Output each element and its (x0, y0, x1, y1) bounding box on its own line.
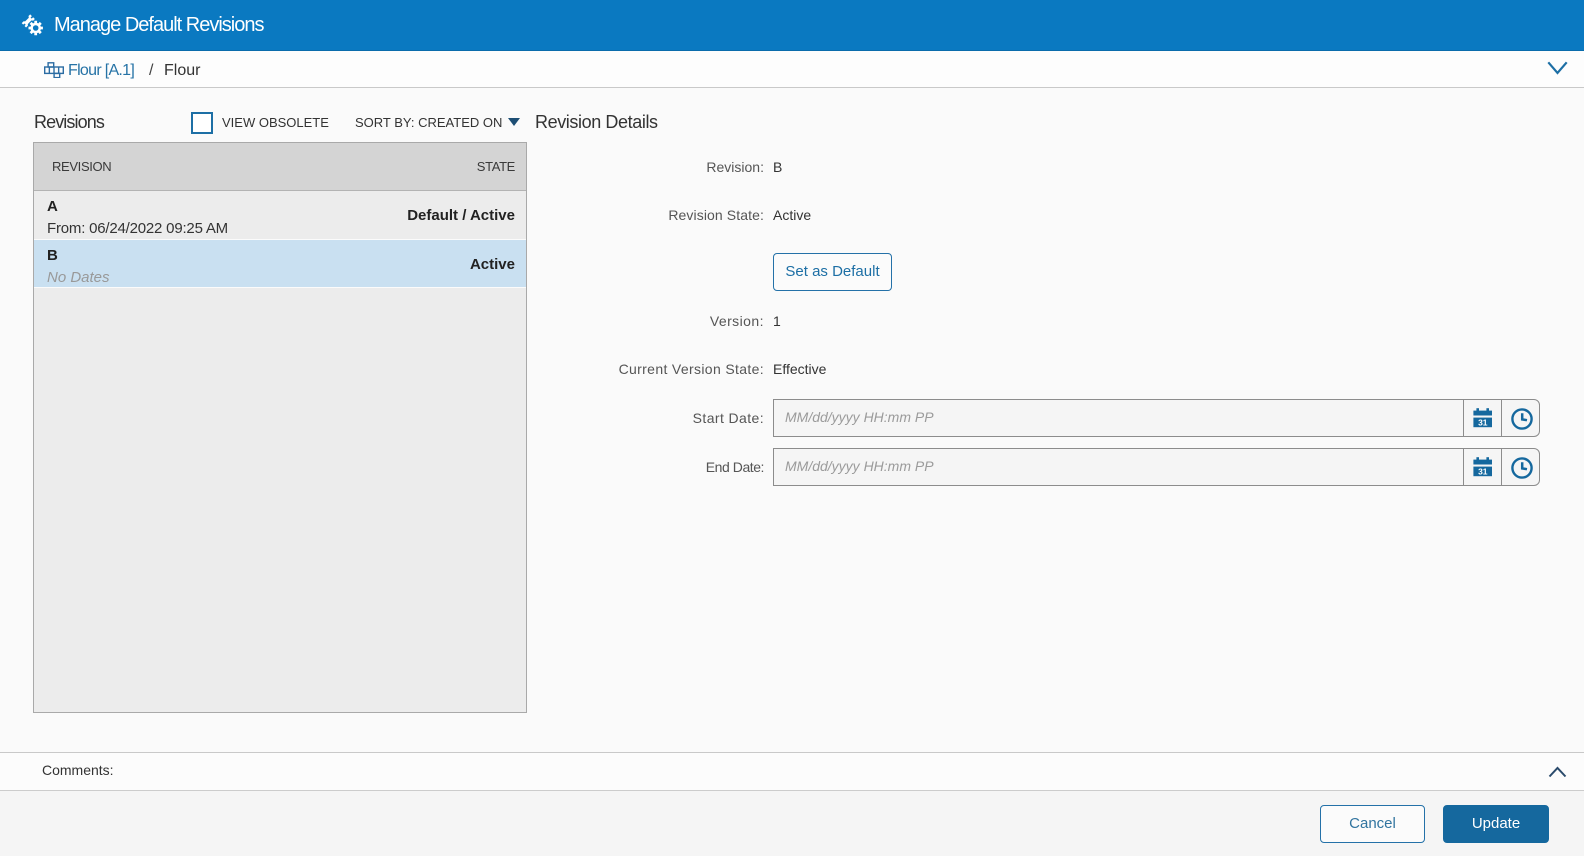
svg-text:31: 31 (1478, 467, 1488, 477)
svg-text:31: 31 (1478, 418, 1488, 428)
